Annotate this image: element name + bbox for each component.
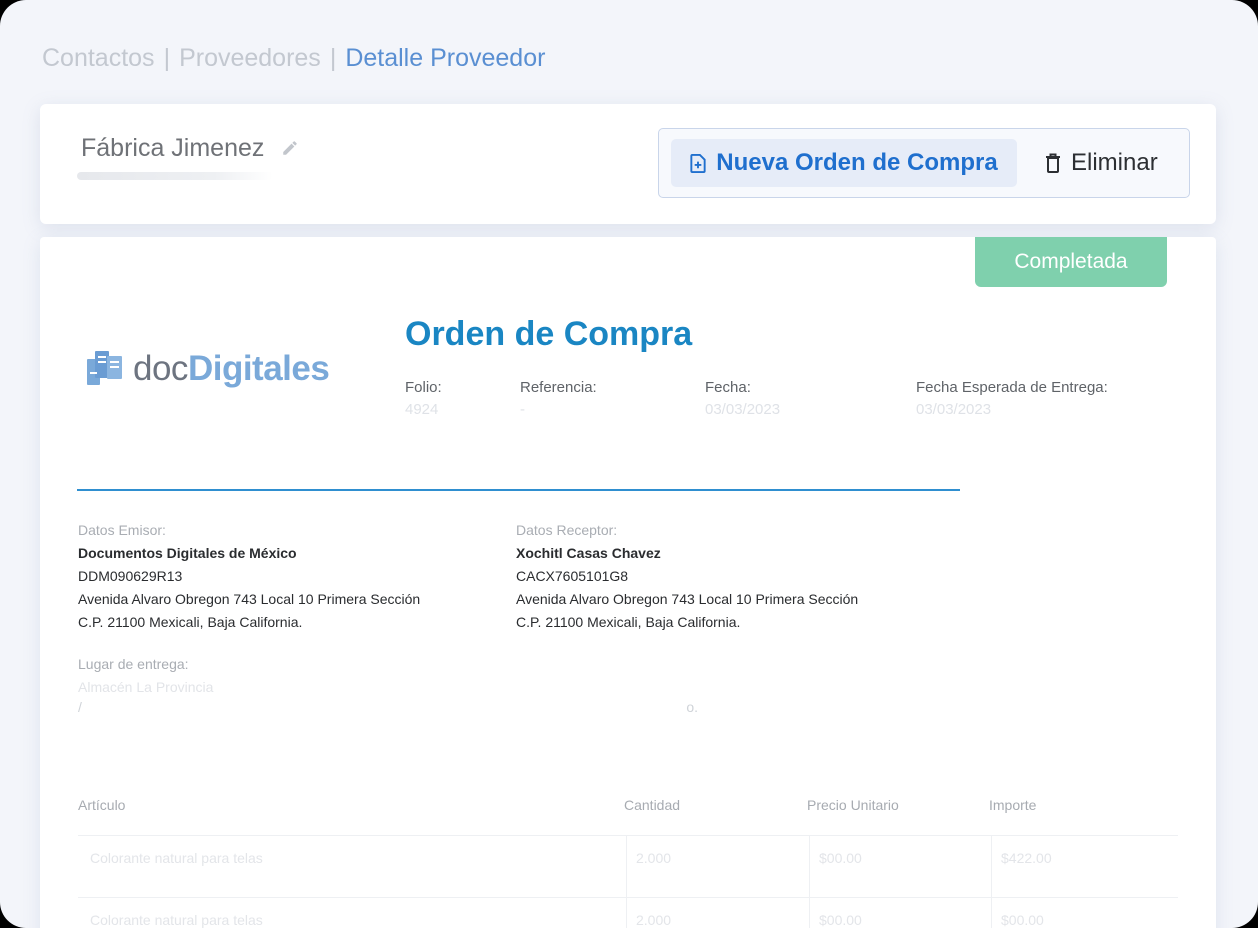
breadcrumb-separator: |	[163, 44, 171, 72]
breadcrumb-detalle-proveedor: Detalle Proveedor	[345, 44, 546, 72]
column-header-cantidad: Cantidad	[624, 797, 681, 813]
company-logo: docDigitales	[87, 349, 330, 389]
purchase-order-document: Completada docDigitales Orden de Compra …	[40, 237, 1216, 928]
delivery-label: Lugar de entrega:	[78, 656, 189, 672]
status-badge: Completada	[975, 237, 1167, 287]
receptor-city: C.P. 21100 Mexicali, Baja California.	[516, 614, 741, 630]
column-divider	[626, 836, 627, 898]
breadcrumb-contactos[interactable]: Contactos	[42, 44, 155, 72]
emisor-address: Avenida Alvaro Obregon 743 Local 10 Prim…	[78, 591, 421, 607]
breadcrumb-separator: |	[329, 44, 337, 72]
header-divider	[77, 489, 960, 491]
app-frame: Contactos | Proveedores | Detalle Proveedor …	[0, 0, 1258, 928]
items-table: Colorante natural para telas 2.000 $00.0…	[78, 835, 1178, 928]
meta-value: 03/03/2023	[705, 401, 781, 418]
item-price: $00.00	[819, 912, 862, 928]
emisor-city: C.P. 21100 Mexicali, Baja California.	[78, 614, 303, 630]
logo-emphasis: Digitales	[187, 349, 330, 388]
item-article: Colorante natural para telas	[90, 912, 263, 928]
supplier-name: Fábrica Jimenez	[81, 134, 299, 164]
receptor-block: Datos Receptor: Xochitl Casas Chavez CAC…	[516, 519, 858, 634]
logo-wordmark: docDigitales	[133, 349, 330, 389]
document-title: Orden de Compra	[405, 315, 693, 353]
item-qty: 2.000	[636, 850, 672, 866]
meta-value: 03/03/2023	[916, 401, 992, 418]
column-divider	[991, 898, 992, 928]
receptor-name: Xochitl Casas Chavez	[516, 545, 661, 561]
table-row: Colorante natural para telas 2.000 $00.0…	[78, 897, 1178, 928]
item-amount: $00.00	[1001, 912, 1044, 928]
supplier-header-card: Fábrica Jimenez Nueva Orden de Compra El…	[40, 104, 1216, 224]
column-divider	[809, 898, 810, 928]
emisor-rfc: DDM090629R13	[78, 568, 183, 584]
name-underline	[77, 172, 273, 180]
delivery-line-end: o.	[686, 699, 698, 715]
column-header-articulo: Artículo	[78, 797, 126, 813]
emisor-block: Datos Emisor: Documentos Digitales de Mé…	[78, 519, 420, 634]
emisor-label: Datos Emisor:	[78, 522, 166, 538]
column-header-importe: Importe	[989, 797, 1037, 813]
delivery-block: Lugar de entrega: Almacén La Provincia	[78, 653, 213, 699]
new-purchase-order-label: Nueva Orden de Compra	[716, 149, 998, 176]
meta-fecha-entrega: Fecha Esperada de Entrega: 03/03/2023	[916, 379, 1108, 418]
meta-label: Fecha:	[705, 379, 751, 396]
delete-button[interactable]: Eliminar	[1045, 139, 1158, 187]
item-article: Colorante natural para telas	[90, 850, 263, 866]
meta-fecha: Fecha: 03/03/2023	[705, 379, 780, 418]
column-divider	[809, 836, 810, 898]
supplier-name-text: Fábrica Jimenez	[81, 134, 265, 162]
meta-value: 4924	[405, 401, 439, 418]
receptor-address: Avenida Alvaro Obregon 743 Local 10 Prim…	[516, 591, 859, 607]
item-qty: 2.000	[636, 912, 672, 928]
file-plus-icon	[690, 153, 706, 173]
receptor-rfc: CACX7605101G8	[516, 568, 629, 584]
delivery-address-line: / o.	[78, 699, 698, 717]
item-amount: $422.00	[1001, 850, 1052, 866]
meta-value: -	[520, 401, 525, 418]
column-header-precio: Precio Unitario	[807, 797, 899, 813]
meta-referencia: Referencia: -	[520, 379, 597, 418]
documents-logo-icon	[87, 351, 122, 385]
delivery-line-start: /	[78, 699, 82, 715]
column-divider	[991, 836, 992, 898]
breadcrumb: Contactos | Proveedores | Detalle Proveedor	[42, 44, 545, 73]
meta-folio: Folio: 4924	[405, 379, 442, 418]
column-divider	[626, 898, 627, 928]
delete-label: Eliminar	[1071, 149, 1158, 176]
meta-label: Fecha Esperada de Entrega:	[916, 379, 1108, 396]
actions-group: Nueva Orden de Compra Eliminar	[658, 128, 1190, 198]
logo-prefix: doc	[133, 349, 188, 388]
pencil-icon[interactable]	[281, 135, 299, 164]
delivery-value: Almacén La Provincia	[78, 679, 214, 695]
trash-icon	[1046, 153, 1060, 173]
receptor-label: Datos Receptor:	[516, 522, 618, 538]
table-row: Colorante natural para telas 2.000 $00.0…	[78, 835, 1178, 898]
meta-label: Referencia:	[520, 379, 597, 396]
breadcrumb-proveedores[interactable]: Proveedores	[179, 44, 321, 72]
meta-label: Folio:	[405, 379, 442, 396]
new-purchase-order-button[interactable]: Nueva Orden de Compra	[671, 139, 1017, 187]
emisor-name: Documentos Digitales de México	[78, 545, 297, 561]
item-price: $00.00	[819, 850, 862, 866]
